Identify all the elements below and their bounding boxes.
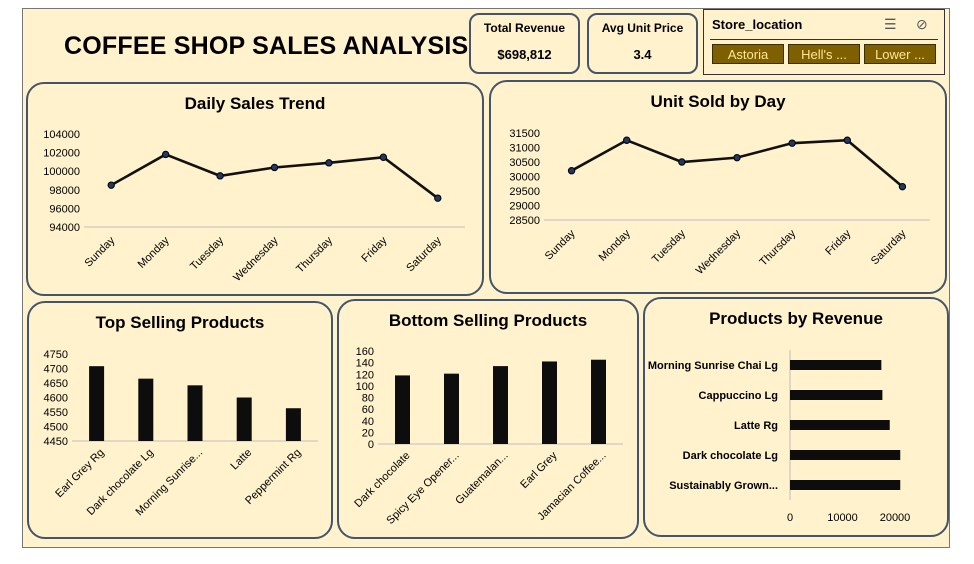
kpi-avg-unit-price-label: Avg Unit Price (601, 21, 684, 35)
kpi-total-revenue: Total Revenue $698,812 (469, 13, 580, 74)
products-revenue-title: Products by Revenue (709, 309, 883, 328)
kpi-avg-unit-price-value: 3.4 (633, 47, 652, 62)
units-by-day-card: Unit Sold by Day (489, 80, 947, 294)
kpi-total-revenue-label: Total Revenue (483, 21, 566, 35)
kpi-total-revenue-value: $698,812 (497, 47, 552, 62)
top-products-title: Top Selling Products (95, 313, 265, 332)
slicer-header: Store_location (712, 17, 803, 32)
store-location-slicer: Store_location ☰ ⊘ Astoria Hell's ... Lo… (703, 9, 945, 75)
slicer-item-astoria[interactable]: Astoria (712, 44, 784, 64)
kpi-avg-unit-price: Avg Unit Price 3.4 (587, 13, 698, 74)
products-revenue-card: Products by Revenue (643, 297, 949, 537)
top-products-card: Top Selling Products (27, 301, 333, 539)
slicer-item-lower[interactable]: Lower ... (864, 44, 936, 64)
dashboard-title: COFFEE SHOP SALES ANALYSIS (64, 32, 469, 60)
slicer-item-hells[interactable]: Hell's ... (788, 44, 860, 64)
clear-filter-icon[interactable]: ⊘ (916, 16, 928, 33)
bottom-products-card: Bottom Selling Products (337, 299, 639, 539)
slicer-divider (710, 39, 938, 40)
bottom-products-title: Bottom Selling Products (388, 311, 588, 330)
multi-select-icon[interactable]: ☰ (884, 16, 897, 33)
units-by-day-title: Unit Sold by Day (650, 92, 786, 111)
daily-sales-card: Daily Sales Trend (26, 82, 484, 296)
daily-sales-title: Daily Sales Trend (184, 94, 326, 113)
